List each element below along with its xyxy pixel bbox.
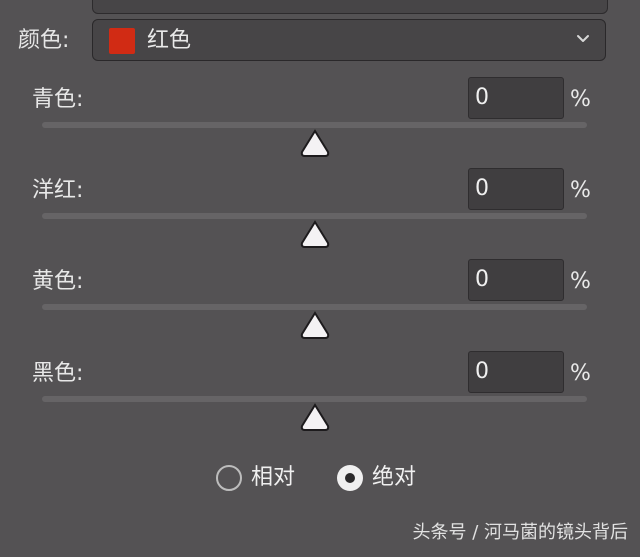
slider-group-magenta: 洋红: 0 %: [0, 168, 640, 268]
top-control-remnant[interactable]: [92, 0, 608, 14]
slider-value-field[interactable]: 0: [468, 351, 564, 393]
radio-option-relative[interactable]: 相对: [216, 463, 295, 493]
radio-button[interactable]: [216, 465, 242, 491]
percent-label: %: [570, 178, 591, 203]
chevron-down-icon: [576, 30, 590, 44]
radio-label: 绝对: [372, 465, 417, 490]
slider-value-field[interactable]: 0: [468, 77, 564, 119]
percent-label: %: [570, 269, 591, 294]
mode-radio-group: 相对 绝对: [216, 461, 458, 495]
slider-track[interactable]: [42, 396, 587, 402]
slider-label: 黑色:: [32, 361, 84, 386]
radio-option-absolute[interactable]: 绝对: [337, 463, 416, 493]
slider-group-yellow: 黄色: 0 %: [0, 259, 640, 359]
slider-thumb[interactable]: [299, 403, 331, 433]
slider-thumb[interactable]: [299, 220, 331, 250]
color-select[interactable]: 红色: [92, 19, 606, 61]
slider-label: 黄色:: [32, 269, 84, 294]
slider-track[interactable]: [42, 213, 587, 219]
slider-group-black: 黑色: 0 %: [0, 351, 640, 451]
percent-label: %: [570, 87, 591, 112]
slider-label: 青色:: [32, 87, 84, 112]
percent-label: %: [570, 361, 591, 386]
slider-value-field[interactable]: 0: [468, 259, 564, 301]
slider-group-cyan: 青色: 0 %: [0, 77, 640, 177]
color-label: 颜色:: [18, 28, 70, 53]
color-select-value: 红色: [147, 28, 192, 53]
radio-button[interactable]: [337, 465, 364, 491]
radio-label: 相对: [251, 465, 296, 490]
watermark: 头条号 / 河马菌的镜头背后: [412, 522, 628, 543]
color-swatch: [109, 28, 135, 54]
slider-track[interactable]: [42, 122, 587, 128]
slider-thumb[interactable]: [299, 129, 331, 159]
slider-label: 洋红:: [32, 178, 84, 203]
slider-track[interactable]: [42, 304, 587, 310]
slider-value-field[interactable]: 0: [468, 168, 564, 210]
slider-thumb[interactable]: [299, 311, 331, 341]
